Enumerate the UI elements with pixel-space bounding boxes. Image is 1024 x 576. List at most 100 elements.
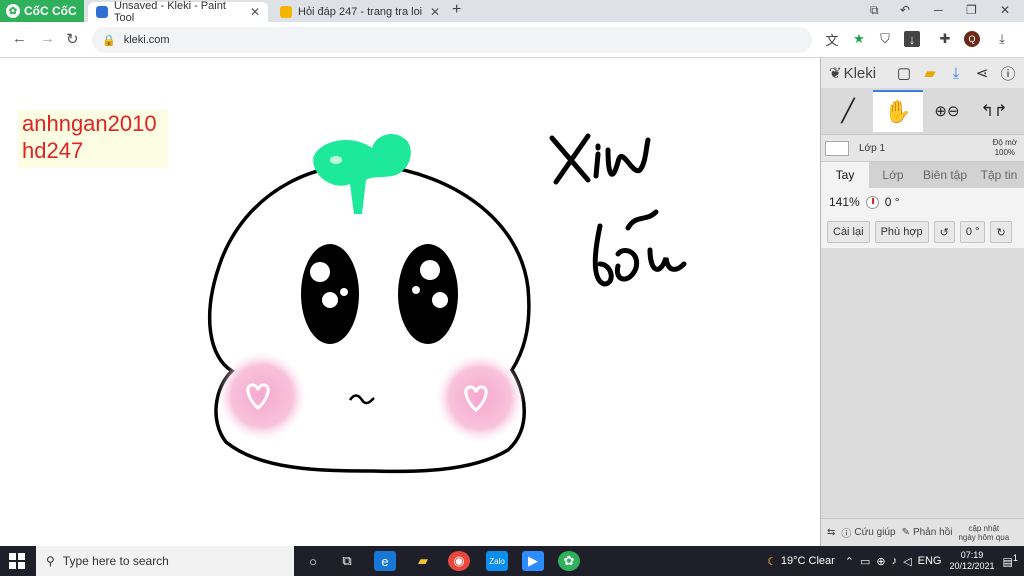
forward-icon[interactable]: →: [40, 30, 55, 47]
reset-button[interactable]: Cài lại: [827, 221, 870, 243]
close-icon[interactable]: ✕: [430, 5, 440, 19]
drawing-artwork: [207, 133, 687, 474]
tab-file[interactable]: Tập tin: [973, 162, 1024, 188]
swap-side-icon[interactable]: ⇆: [821, 527, 835, 538]
tray-chevron-icon[interactable]: ⌃: [845, 555, 854, 568]
bookmark-star-icon[interactable]: ★: [851, 31, 867, 47]
tab-kleki[interactable]: Unsaved - Kleki - Paint Tool ✕: [88, 0, 268, 24]
task-view-icon[interactable]: ⧉: [336, 551, 358, 571]
back-arrow-icon[interactable]: ↶: [900, 3, 910, 17]
brush-tool-icon[interactable]: ╱: [823, 90, 873, 132]
hand-tool-icon[interactable]: ✋: [873, 90, 923, 132]
microphone-icon[interactable]: ♪: [892, 555, 898, 567]
clock[interactable]: 07:19 20/12/2021: [949, 550, 994, 572]
tab-layers[interactable]: Lớp: [869, 162, 917, 188]
windows-taskbar: ⚲ Type here to search ○ ⧉ e ▰ ◉ Zalo ▶ ✿…: [0, 546, 1024, 576]
taskbar-search[interactable]: ⚲ Type here to search: [36, 546, 294, 576]
opacity-label: Độ mờ: [992, 138, 1017, 147]
save-download-icon[interactable]: ⤓: [943, 60, 969, 86]
clock-time: 07:19: [960, 550, 984, 560]
notification-icon[interactable]: ▤1: [1003, 553, 1019, 569]
right-eye: [398, 244, 458, 344]
rotate-left-icon[interactable]: ↺: [933, 221, 955, 243]
tool-selector: ╱ ✋ ⊕⊖ ↰↱: [821, 88, 1024, 134]
download-icon[interactable]: ↓: [904, 31, 920, 47]
file-explorer-icon[interactable]: ▰: [412, 551, 434, 571]
browser-brand[interactable]: ✿ CốC CốC: [0, 0, 84, 22]
extensions-icon[interactable]: ✚: [937, 31, 953, 47]
translate-icon[interactable]: 文: [824, 31, 840, 48]
tab-hoidap247[interactable]: Hỏi đáp 247 - trang tra loi ✕: [272, 2, 448, 22]
weather-text: 19°C Clear: [780, 555, 835, 567]
panel-toolbar: ❦ Kleki ▢ ▰ ⤓ ⋖ ⓘ: [821, 58, 1024, 88]
share-icon[interactable]: ⋖: [969, 60, 995, 86]
kleki-side-panel: ❦ Kleki ▢ ▰ ⤓ ⋖ ⓘ ╱ ✋ ⊕⊖ ↰↱ Lớp 1 Độ mờ …: [820, 58, 1024, 546]
update-note[interactable]: cập nhật ngày hôm qua: [958, 524, 1009, 542]
kleki-favicon-icon: [96, 6, 108, 18]
kleki-bird-icon: ❦: [829, 65, 842, 82]
window-close-icon[interactable]: ✕: [1000, 3, 1010, 17]
weather-widget[interactable]: ☾ 19°C Clear: [767, 555, 835, 568]
zoom-in-out-icon[interactable]: ⊕⊖: [927, 90, 967, 132]
feedback-icon: ✎: [901, 527, 910, 538]
moon-icon: ☾: [767, 555, 777, 568]
search-placeholder: Type here to search: [62, 554, 169, 568]
help-label: Cứu giúp: [854, 527, 896, 538]
zoom-icon[interactable]: ▶: [522, 551, 544, 571]
fit-button[interactable]: Phù hợp: [874, 221, 929, 243]
compass-icon: [865, 195, 879, 209]
minimize-icon[interactable]: ─: [934, 3, 943, 17]
clock-date: 20/12/2021: [949, 561, 995, 571]
coccoc-logo-icon: ✿: [6, 4, 20, 18]
zalo-icon[interactable]: Zalo: [486, 551, 508, 571]
handwriting-scribble: [549, 133, 651, 185]
profile-avatar-icon[interactable]: Q: [964, 31, 980, 47]
tab-title: Unsaved - Kleki - Paint Tool: [114, 0, 226, 24]
new-tab-icon[interactable]: +: [452, 1, 461, 19]
cortana-icon[interactable]: ○: [302, 551, 324, 571]
kleki-logo-text: Kleki: [843, 64, 877, 82]
network-icon[interactable]: ⊕: [876, 555, 885, 568]
lock-icon: 🔒: [102, 34, 116, 47]
address-bar: ← → ↻ 🔒 kleki.com 文 ★ ⛉ ↓ ✚ Q ⤓: [0, 22, 1024, 58]
volume-icon[interactable]: ◁: [903, 555, 911, 568]
url-field[interactable]: 🔒 kleki.com: [92, 27, 812, 53]
update-line-2: ngày hôm qua: [958, 532, 1010, 542]
left-blush: [218, 352, 306, 440]
feedback-link[interactable]: ✎ Phản hồi: [896, 527, 953, 538]
brand-name: CốC CốC: [24, 4, 77, 18]
coccoc-taskbar-icon[interactable]: ✿: [558, 551, 580, 571]
undo-redo-icon[interactable]: ↰↱: [971, 90, 1017, 132]
edge-icon[interactable]: e: [374, 551, 396, 571]
layer-name: Lớp 1: [859, 143, 886, 154]
url-text: kleki.com: [123, 34, 170, 46]
reload-icon[interactable]: ↻: [66, 30, 79, 48]
new-image-icon[interactable]: ▢: [891, 60, 917, 86]
tab-edit[interactable]: Biên tập: [917, 162, 973, 188]
language-indicator[interactable]: ENG: [918, 555, 942, 567]
hoidap-favicon-icon: [280, 6, 292, 18]
downloads-tray-icon[interactable]: ⤓: [994, 31, 1010, 47]
angle-field[interactable]: 0 °: [959, 221, 986, 243]
rotate-right-icon[interactable]: ↻: [990, 221, 1012, 243]
tab-hand[interactable]: Tay: [821, 162, 869, 188]
close-icon[interactable]: ✕: [250, 5, 260, 19]
restore-icon[interactable]: ❐: [966, 3, 977, 17]
rotation-value: 0 °: [884, 195, 900, 209]
open-folder-icon[interactable]: ▰: [917, 60, 943, 86]
chrome-icon[interactable]: ◉: [448, 551, 470, 571]
opacity-value: 100%: [994, 148, 1016, 157]
back-icon[interactable]: ←: [12, 30, 27, 47]
panel-tabs: Tay Lớp Biên tập Tập tin: [821, 162, 1024, 188]
windows-start-icon[interactable]: [6, 551, 28, 571]
update-line-1: cập nhật: [968, 523, 1000, 533]
help-link[interactable]: ⓘ Cứu giúp: [835, 525, 895, 540]
cast-icon[interactable]: ⧉: [870, 3, 879, 18]
kleki-logo[interactable]: ❦ Kleki: [821, 64, 891, 83]
shield-icon[interactable]: ⛉: [877, 31, 893, 47]
drawing-canvas[interactable]: anhngan2010 hd247: [0, 58, 820, 546]
layer-row[interactable]: Lớp 1 Độ mờ 100%: [821, 134, 1024, 162]
battery-icon[interactable]: ▭: [860, 555, 870, 568]
browser-tab-strip: ✿ CốC CốC Unsaved - Kleki - Paint Tool ✕…: [0, 0, 1024, 24]
help-icon[interactable]: ⓘ: [995, 60, 1021, 86]
